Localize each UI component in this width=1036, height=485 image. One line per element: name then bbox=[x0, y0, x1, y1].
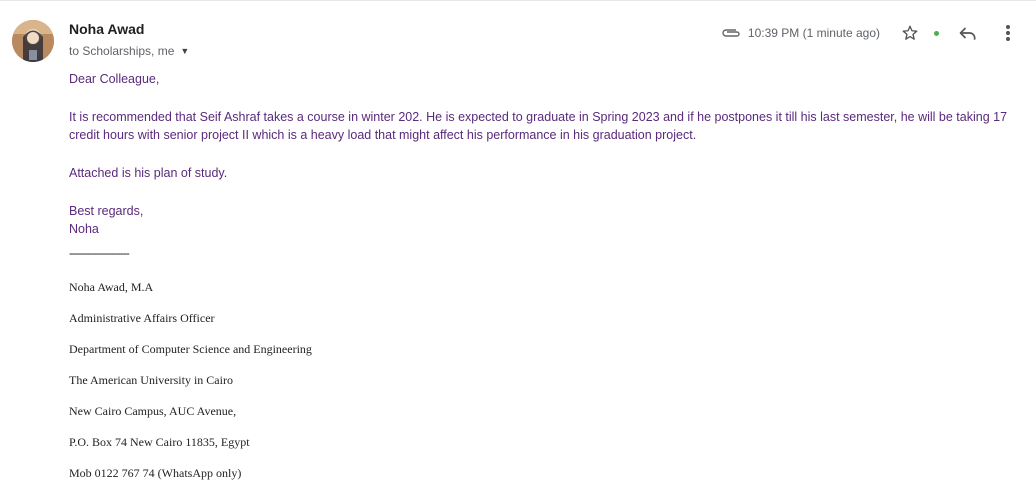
signature-separator: -------------------- bbox=[69, 246, 130, 260]
signature-mobile: Mob 0122 767 74 (WhatsApp only) bbox=[69, 466, 242, 480]
recipients-label: to Scholarships, me bbox=[69, 44, 175, 58]
green-dot-icon bbox=[933, 30, 939, 36]
body-paragraph: It is recommended that Seif Ashraf takes… bbox=[69, 110, 1008, 142]
top-divider bbox=[0, 0, 1036, 1]
signature-university: The American University in Cairo bbox=[69, 373, 233, 387]
sender-name[interactable]: Noha Awad bbox=[69, 21, 144, 37]
signature-department: Department of Computer Science and Engin… bbox=[69, 342, 312, 356]
signature-campus: New Cairo Campus, AUC Avenue, bbox=[69, 404, 237, 418]
paperclip-icon bbox=[720, 25, 744, 41]
message-meta: 10:39 PM (1 minute ago) bbox=[720, 20, 1020, 46]
avatar-photo-icon bbox=[12, 20, 54, 62]
reply-icon[interactable] bbox=[956, 21, 980, 45]
signature-title: Administrative Affairs Officer bbox=[69, 311, 215, 325]
message-timestamp: 10:39 PM (1 minute ago) bbox=[747, 26, 880, 40]
message-body: Dear Colleague, It is recommended that S… bbox=[69, 70, 1009, 262]
signature-name: Noha Awad, M.A bbox=[69, 280, 154, 294]
closing: Best regards, bbox=[69, 204, 144, 218]
greeting: Dear Colleague, bbox=[69, 72, 160, 86]
chevron-down-icon[interactable]: ▼ bbox=[180, 46, 189, 56]
signature-address: P.O. Box 74 New Cairo 11835, Egypt bbox=[69, 435, 250, 449]
more-vert-icon[interactable] bbox=[996, 21, 1020, 45]
status-indicator bbox=[926, 21, 946, 45]
recipients-toggle[interactable]: to Scholarships, me ▼ bbox=[69, 44, 189, 58]
closing-name: Noha bbox=[69, 222, 99, 236]
avatar[interactable] bbox=[12, 20, 54, 62]
attachment-note: Attached is his plan of study. bbox=[69, 166, 228, 180]
star-icon[interactable] bbox=[898, 21, 922, 45]
